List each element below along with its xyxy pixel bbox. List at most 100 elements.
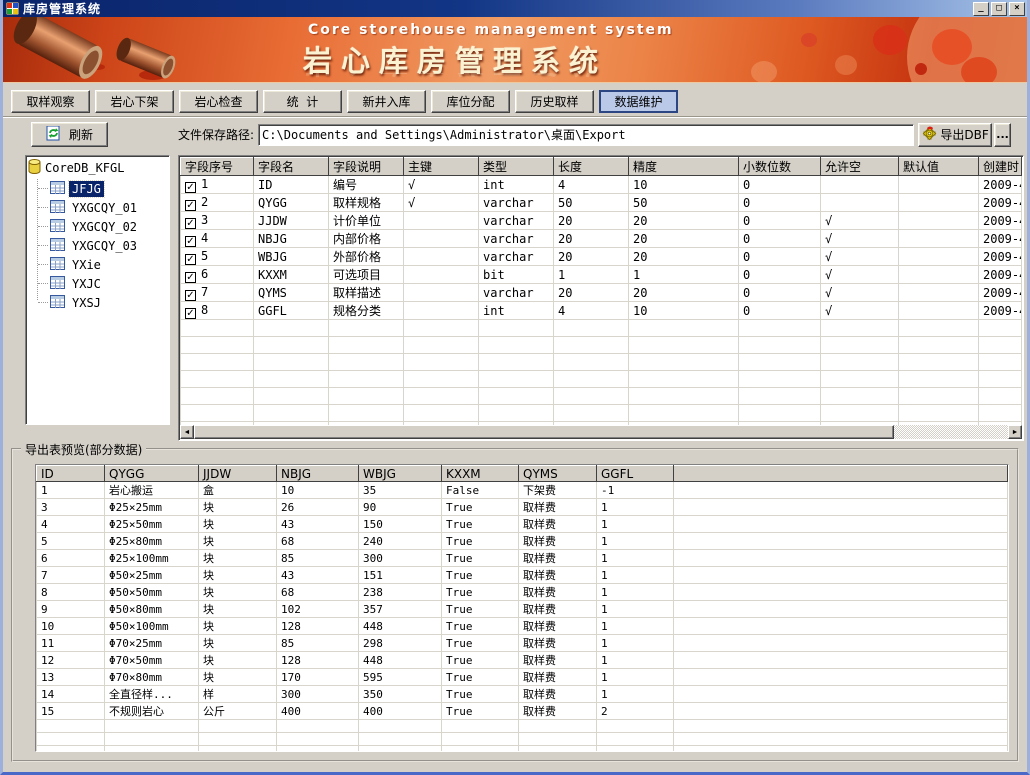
table-row[interactable]: 5Φ25×80mm块68240True取样费1 xyxy=(37,533,1008,550)
column-header[interactable]: ID xyxy=(37,466,105,482)
tree-item[interactable]: YXSJ xyxy=(50,293,167,312)
row-checkbox[interactable]: ✓ xyxy=(185,254,196,265)
table-row[interactable]: 11Φ70×25mm块85298True取样费1 xyxy=(37,635,1008,652)
table-cell: ✓6 xyxy=(181,266,254,284)
scroll-right-icon[interactable]: ► xyxy=(1008,425,1022,439)
table-cell: 块 xyxy=(199,635,277,652)
column-header[interactable]: 长度 xyxy=(554,158,629,176)
table-cell: 1 xyxy=(597,550,674,567)
table-cell xyxy=(629,371,739,388)
column-header[interactable]: QYMS xyxy=(519,466,597,482)
database-tree[interactable]: CoreDB_KFGL JFJGYXGCQY_01YXGCQY_02YXGCQY… xyxy=(25,155,170,425)
toolbar-button[interactable]: 岩心检查 xyxy=(179,90,258,113)
table-cell: varchar xyxy=(479,248,554,266)
table-row[interactable]: ✓7QYMS取样描述varchar20200√2009-4- xyxy=(181,284,1022,302)
table-cell xyxy=(739,320,821,337)
table-row[interactable]: 13Φ70×80mm块170595True取样费1 xyxy=(37,669,1008,686)
table-row[interactable]: ✓3JJDW计价单位varchar20200√2009-4- xyxy=(181,212,1022,230)
table-cell xyxy=(181,337,254,354)
table-cell: 取样费 xyxy=(519,669,597,686)
table-row[interactable]: 10Φ50×100mm块128448True取样费1 xyxy=(37,618,1008,635)
tree-item[interactable]: YXGCQY_01 xyxy=(50,198,167,217)
row-checkbox[interactable]: ✓ xyxy=(185,272,196,283)
column-header[interactable]: 精度 xyxy=(629,158,739,176)
toolbar-button[interactable]: 取样观察 xyxy=(11,90,90,113)
toolbar-button[interactable]: 库位分配 xyxy=(431,90,510,113)
table-row[interactable]: 7Φ50×25mm块43151True取样费1 xyxy=(37,567,1008,584)
row-checkbox[interactable]: ✓ xyxy=(185,308,196,319)
table-cell: 取样费 xyxy=(519,601,597,618)
table-row[interactable]: 15不规则岩心公斤400400True取样费2 xyxy=(37,703,1008,720)
table-cell xyxy=(254,354,329,371)
tree-item[interactable]: YXJC xyxy=(50,274,167,293)
browse-button[interactable]: ... xyxy=(994,123,1011,147)
table-cell xyxy=(277,746,359,753)
row-checkbox[interactable]: ✓ xyxy=(185,200,196,211)
save-path-input[interactable] xyxy=(258,124,914,146)
horizontal-scrollbar[interactable]: ◄ ► xyxy=(180,425,1022,439)
column-header[interactable]: 字段序号 xyxy=(181,158,254,176)
table-cell xyxy=(329,354,404,371)
column-header[interactable]: QYGG xyxy=(105,466,199,482)
table-row[interactable]: ✓5WBJG外部价格varchar20200√2009-4- xyxy=(181,248,1022,266)
fields-table[interactable]: 字段序号字段名字段说明主键类型长度精度小数位数允许空默认值创建时✓1ID编号√i… xyxy=(180,157,1022,425)
row-checkbox[interactable]: ✓ xyxy=(185,218,196,229)
column-header[interactable]: JJDW xyxy=(199,466,277,482)
table-row[interactable]: ✓4NBJG内部价格varchar20200√2009-4- xyxy=(181,230,1022,248)
column-header[interactable]: NBJG xyxy=(277,466,359,482)
export-dbf-button[interactable]: 导出DBF xyxy=(918,123,992,147)
table-row[interactable]: ✓8GGFL规格分类int4100√2009-4- xyxy=(181,302,1022,320)
column-header[interactable]: 默认值 xyxy=(899,158,979,176)
toolbar-button[interactable]: 岩心下架 xyxy=(95,90,174,113)
scrollbar-thumb[interactable] xyxy=(194,425,894,439)
row-checkbox[interactable]: ✓ xyxy=(185,290,196,301)
table-row[interactable]: 1岩心搬运盒1035False下架费-1 xyxy=(37,482,1008,499)
table-row[interactable]: 9Φ50×80mm块102357True取样费1 xyxy=(37,601,1008,618)
tree-root[interactable]: CoreDB_KFGL xyxy=(28,159,167,177)
tree-item[interactable]: YXie xyxy=(50,255,167,274)
toolbar-button[interactable]: 数据维护 xyxy=(599,90,678,113)
refresh-button[interactable]: 刷新 xyxy=(31,122,108,147)
toolbar-button[interactable]: 历史取样 xyxy=(515,90,594,113)
column-header[interactable]: 创建时 xyxy=(979,158,1022,176)
close-button[interactable]: × xyxy=(1009,2,1025,16)
table-cell xyxy=(404,337,479,354)
row-checkbox[interactable]: ✓ xyxy=(185,236,196,247)
table-row[interactable]: 14全直径样...样300350True取样费1 xyxy=(37,686,1008,703)
table-row[interactable]: ✓6KXXM可选项目bit110√2009-4- xyxy=(181,266,1022,284)
minimize-button[interactable]: _ xyxy=(973,2,989,16)
title-bar[interactable]: 库房管理系统 _ □ × xyxy=(3,0,1027,17)
table-cell xyxy=(899,230,979,248)
table-row[interactable]: ✓1ID编号√int41002009-4- xyxy=(181,176,1022,194)
table-cell xyxy=(899,212,979,230)
table-row[interactable]: 12Φ70×50mm块128448True取样费1 xyxy=(37,652,1008,669)
column-header[interactable]: WBJG xyxy=(359,466,442,482)
row-checkbox[interactable]: ✓ xyxy=(185,182,196,193)
toolbar-button[interactable]: 统 计 xyxy=(263,90,342,113)
column-header[interactable]: GGFL xyxy=(597,466,674,482)
table-cell: 170 xyxy=(277,669,359,686)
table-row[interactable]: ✓2QYGG取样规格√varchar505002009-4- xyxy=(181,194,1022,212)
column-header[interactable] xyxy=(674,466,1008,482)
table-row[interactable]: 6Φ25×100mm块85300True取样费1 xyxy=(37,550,1008,567)
tree-item[interactable]: YXGCQY_02 xyxy=(50,217,167,236)
table-row[interactable]: 8Φ50×50mm块68238True取样费1 xyxy=(37,584,1008,601)
maximize-button[interactable]: □ xyxy=(991,2,1007,16)
preview-table[interactable]: IDQYGGJJDWNBJGWBJGKXXMQYMSGGFL1岩心搬运盒1035… xyxy=(36,465,1008,752)
export-preview-group: 导出表预览(部分数据) IDQYGGJJDWNBJGWBJGKXXMQYMSGG… xyxy=(11,448,1019,762)
table-row[interactable]: 4Φ25×50mm块43150True取样费1 xyxy=(37,516,1008,533)
column-header[interactable]: KXXM xyxy=(442,466,519,482)
column-header[interactable]: 小数位数 xyxy=(739,158,821,176)
column-header[interactable]: 允许空 xyxy=(821,158,899,176)
tree-item[interactable]: JFJG xyxy=(50,179,167,198)
column-header[interactable]: 字段说明 xyxy=(329,158,404,176)
tree-item[interactable]: YXGCQY_03 xyxy=(50,236,167,255)
column-header[interactable]: 类型 xyxy=(479,158,554,176)
column-header[interactable]: 字段名 xyxy=(254,158,329,176)
scroll-left-icon[interactable]: ◄ xyxy=(180,425,194,439)
column-header[interactable]: 主键 xyxy=(404,158,479,176)
table-cell xyxy=(329,388,404,405)
table-row[interactable]: 3Φ25×25mm块2690True取样费1 xyxy=(37,499,1008,516)
table-cell xyxy=(479,405,554,422)
toolbar-button[interactable]: 新井入库 xyxy=(347,90,426,113)
